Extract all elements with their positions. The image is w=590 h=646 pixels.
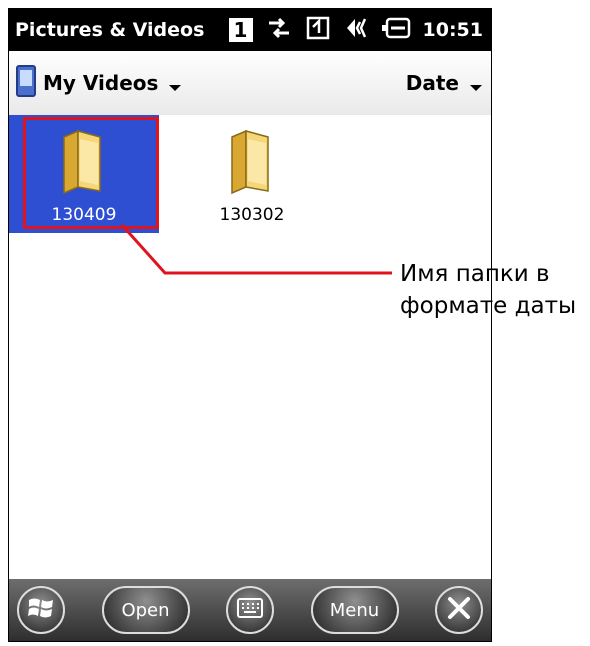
menu-button[interactable]: Menu: [310, 586, 399, 634]
folder-icon: [228, 129, 276, 199]
sort-selector-label: Date: [405, 71, 459, 95]
app-title: Pictures & Videos: [15, 19, 205, 41]
chevron-down-icon: [469, 78, 483, 97]
signal-icon[interactable]: [305, 15, 331, 45]
status-icons: 1 10:51: [228, 15, 491, 45]
folder-selector[interactable]: My Videos: [9, 64, 182, 102]
folder-name: 130302: [219, 205, 285, 225]
device-screen: Pictures & Videos 1 10:51 My Videos Date…: [8, 8, 492, 642]
title-bar: Pictures & Videos 1 10:51: [9, 9, 491, 51]
folder-item[interactable]: 130302: [177, 115, 327, 233]
sim-slot-icon: 1: [228, 18, 253, 42]
callout-highlight-box: [23, 117, 159, 229]
folder-selector-label: My Videos: [43, 71, 159, 95]
callout-annotation: Имя папки в формате даты: [400, 258, 576, 322]
folder-navigation-bar: My Videos Date: [9, 51, 491, 117]
chevron-down-icon: [168, 78, 182, 97]
callout-line-2: формате даты: [400, 293, 577, 319]
clock-time: 10:51: [422, 19, 483, 41]
battery-icon[interactable]: [381, 17, 411, 43]
device-icon: [15, 64, 37, 102]
keyboard-icon: [236, 596, 264, 624]
close-icon: [446, 595, 472, 625]
callout-line-1: Имя папки в: [400, 261, 550, 287]
open-button[interactable]: Open: [101, 586, 190, 634]
taskbar: Open Menu: [9, 579, 491, 641]
start-button[interactable]: [17, 586, 65, 634]
file-list: 130409 130302: [9, 115, 491, 581]
volume-icon[interactable]: [343, 15, 369, 45]
sort-selector[interactable]: Date: [400, 70, 491, 97]
data-connection-icon[interactable]: [265, 15, 293, 45]
keyboard-button[interactable]: [226, 586, 274, 634]
windows-start-icon: [27, 594, 55, 626]
close-button[interactable]: [435, 586, 483, 634]
